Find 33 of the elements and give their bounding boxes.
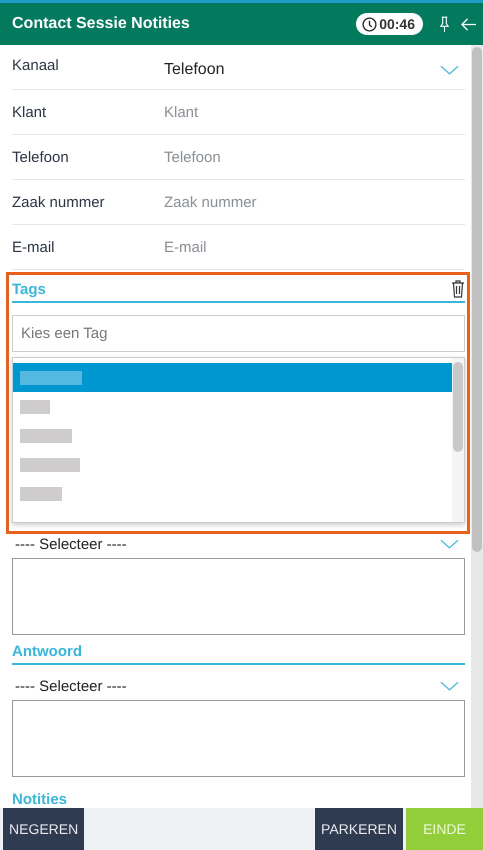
- text-area[interactable]: [12, 558, 465, 635]
- section-heading: Tags: [12, 280, 46, 298]
- select-field[interactable]: ---- Selecteer ----: [12, 675, 465, 697]
- scrollbar[interactable]: [471, 45, 483, 808]
- section-heading: Antwoord: [12, 643, 82, 660]
- chevron-down-icon: [440, 65, 459, 75]
- section-heading: Notities: [12, 791, 68, 808]
- field-label: Kanaal: [12, 57, 60, 74]
- chevron-down-icon: [440, 681, 459, 691]
- redacted-text: [20, 458, 80, 472]
- field-label: Zaak nummer: [12, 194, 106, 210]
- field-label: Telefoon: [12, 148, 70, 166]
- redacted-text: [20, 428, 72, 442]
- field-label: E-mail: [12, 238, 56, 256]
- redacted-text: [20, 400, 50, 414]
- tag-search-field[interactable]: Kies een Tag: [12, 315, 465, 352]
- pin-icon[interactable]: [439, 16, 450, 32]
- select-field[interactable]: ---- Selecteer ----: [12, 533, 465, 555]
- text-area[interactable]: [12, 700, 465, 777]
- trash-icon[interactable]: [451, 280, 465, 298]
- redacted-text: [20, 486, 62, 500]
- field-label: Klant: [12, 104, 48, 120]
- window-title: Contact Sessie Notities: [12, 15, 191, 33]
- tag-option[interactable]: [13, 363, 452, 392]
- chevron-down-icon: [440, 539, 459, 549]
- clock-icon: [362, 16, 378, 32]
- action-button[interactable]: NEGEREN: [3, 808, 84, 850]
- channel-select[interactable]: Telefoon: [164, 57, 465, 79]
- action-button[interactable]: PARKEREN: [315, 808, 403, 850]
- scrollbar[interactable]: [452, 358, 464, 522]
- timer-text: 00:46: [379, 16, 415, 32]
- redacted-text: [20, 370, 82, 384]
- back-arrow-icon[interactable]: [460, 16, 477, 32]
